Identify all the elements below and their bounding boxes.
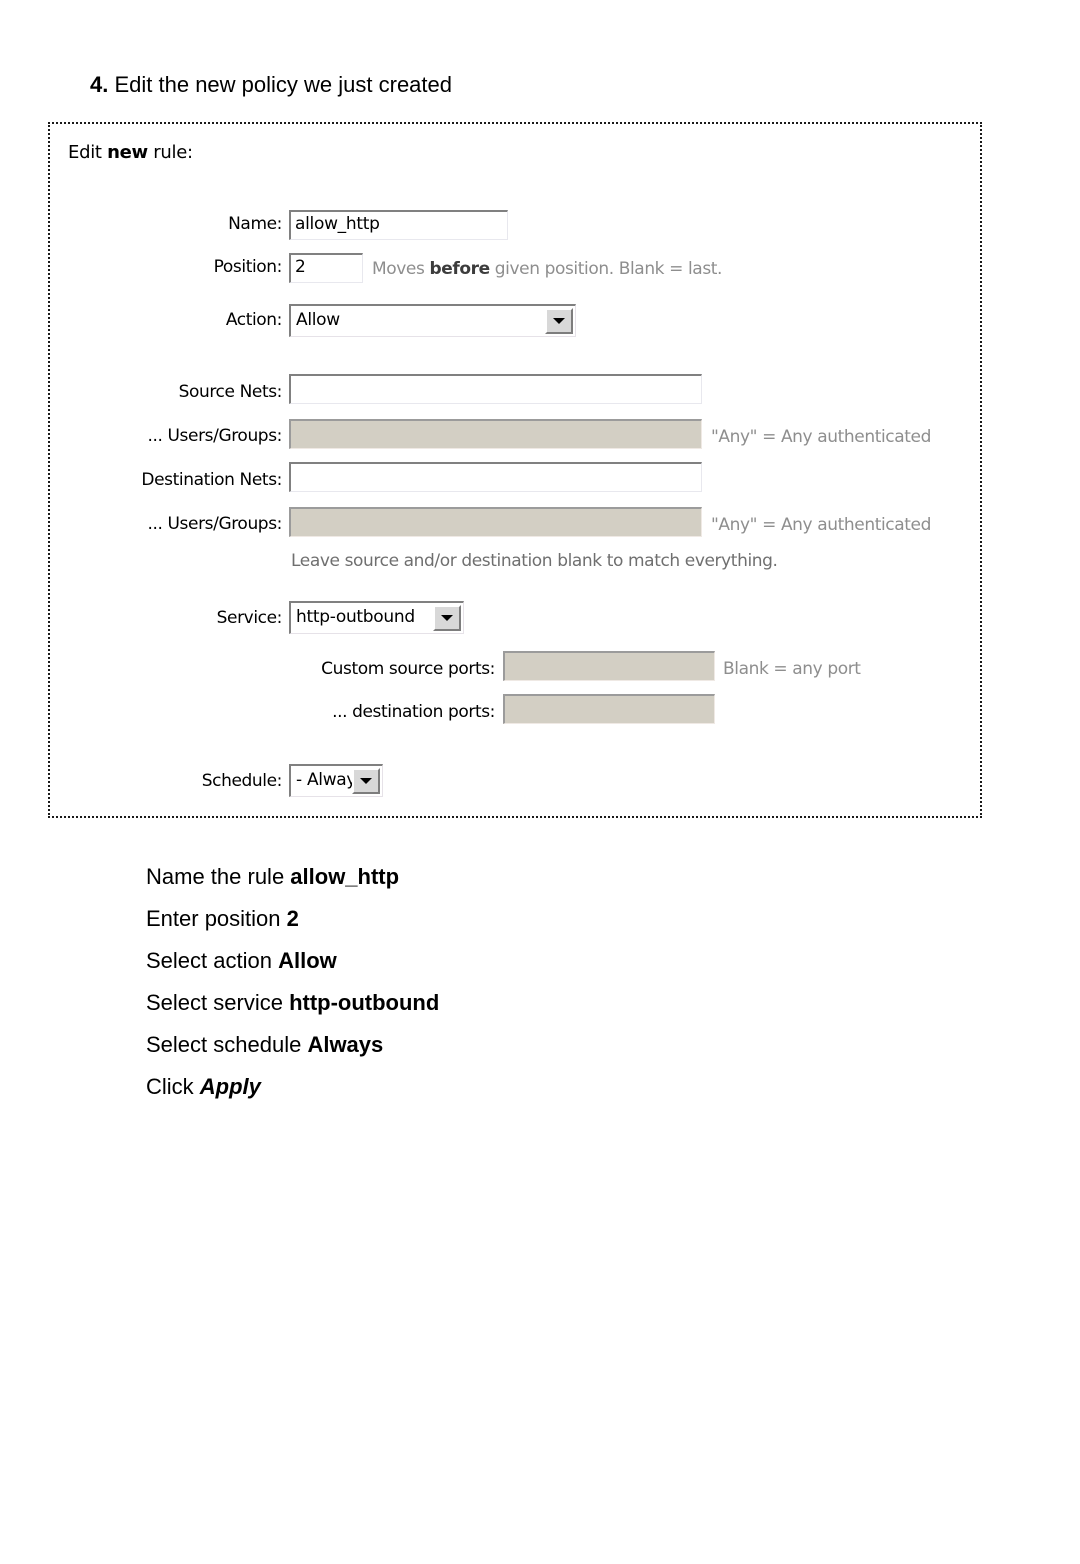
source-users-groups-input: [289, 419, 702, 449]
list-item: Click Apply: [146, 1066, 846, 1108]
step-title-text: Edit the new policy we just created: [114, 72, 452, 97]
position-input[interactable]: 2: [289, 253, 363, 283]
action-label: Action:: [225, 310, 283, 330]
destination-nets-label: Destination Nets:: [141, 470, 282, 490]
source-users-groups-hint: "Any" = Any authenticated: [711, 427, 931, 447]
list-item: Select schedule Always: [146, 1024, 846, 1066]
action-select[interactable]: Allow: [289, 304, 576, 337]
service-select[interactable]: http-outbound: [289, 601, 464, 634]
name-input[interactable]: allow_http: [289, 210, 508, 240]
position-hint: Moves before given position. Blank = las…: [372, 259, 722, 279]
instruction-emphasis: Apply: [199, 1074, 261, 1099]
edit-rule-heading: Edit new rule:: [68, 142, 193, 163]
custom-destination-ports-input: [503, 694, 715, 724]
instruction-emphasis: Allow: [278, 948, 337, 973]
instruction-text: Enter position: [146, 906, 287, 931]
custom-source-ports-hint: Blank = any port: [723, 659, 861, 679]
position-hint-pre: Moves: [372, 259, 430, 279]
custom-destination-ports-label: ... destination ports:: [332, 702, 495, 722]
position-label: Position:: [213, 257, 283, 277]
instruction-text: Click: [146, 1074, 200, 1099]
position-hint-post: given position. Blank = last.: [489, 259, 723, 279]
schedule-label: Schedule:: [201, 771, 283, 791]
destination-users-groups-input: [289, 507, 702, 537]
instruction-text: Select action: [146, 948, 279, 973]
chevron-down-icon[interactable]: [545, 308, 573, 334]
screenshot-frame: Edit new rule: Name: allow_http Position…: [48, 122, 982, 818]
list-item: Select service http-outbound: [146, 982, 846, 1024]
instruction-emphasis: http-outbound: [289, 990, 440, 1015]
list-item: Select action Allow: [146, 940, 846, 982]
page-title: 4. Edit the new policy we just created: [90, 70, 452, 100]
source-nets-label: Source Nets:: [178, 382, 283, 402]
instruction-emphasis: allow_http: [290, 864, 400, 889]
edit-rule-heading-suffix: rule:: [147, 142, 193, 163]
action-select-value: Allow: [296, 310, 340, 330]
chevron-down-icon[interactable]: [433, 605, 461, 631]
destination-nets-input[interactable]: [289, 462, 702, 492]
blank-match-hint: Leave source and/or destination blank to…: [291, 551, 778, 571]
list-item: Enter position 2: [146, 898, 846, 940]
service-label: Service:: [216, 608, 283, 628]
schedule-select[interactable]: - Always -: [289, 764, 383, 797]
instruction-text: Name the rule: [146, 864, 291, 889]
chevron-down-icon[interactable]: [352, 768, 380, 794]
edit-rule-heading-bold: new: [107, 142, 148, 163]
name-label: Name:: [228, 214, 282, 234]
edit-rule-heading-prefix: Edit: [68, 142, 108, 163]
position-hint-bold: before: [429, 259, 490, 279]
instruction-list: Name the rule allow_http Enter position 2…: [146, 856, 846, 1108]
custom-source-ports-input: [503, 651, 715, 681]
destination-users-groups-hint: "Any" = Any authenticated: [711, 515, 931, 535]
service-select-value: http-outbound: [296, 607, 415, 627]
step-number: 4.: [90, 72, 109, 97]
schedule-select-value: - Always -: [296, 770, 352, 790]
custom-source-ports-label: Custom source ports:: [321, 659, 495, 679]
instruction-emphasis: 2: [286, 906, 299, 931]
instruction-text: Select service: [146, 990, 290, 1015]
source-users-groups-label: ... Users/Groups:: [147, 426, 283, 446]
destination-users-groups-label: ... Users/Groups:: [147, 514, 283, 534]
list-item: Name the rule allow_http: [146, 856, 846, 898]
instruction-emphasis: Always: [307, 1032, 384, 1057]
instruction-text: Select schedule: [146, 1032, 308, 1057]
source-nets-input[interactable]: [289, 374, 702, 404]
